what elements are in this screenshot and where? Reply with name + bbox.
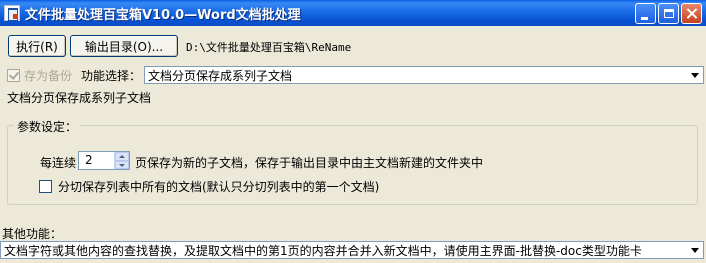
every-description: 页保存为新的子文档，保存于输出目录中由主文档新建的文件夹中 [135, 156, 484, 170]
window-title: 文件批量处理百宝箱V10.0—Word文档批处理 [25, 7, 301, 23]
app-doc-icon [4, 5, 20, 21]
split-all-checkbox-box[interactable] [39, 180, 52, 193]
other-functions-label: 其他功能： [2, 227, 63, 241]
other-functions-select[interactable]: 文档字符或其他内容的查找替换，及提取文档中的第1页的内容并合并入新文档中，请使用… [0, 241, 704, 259]
split-all-checkbox[interactable]: 分切保存列表中所有的文档(默认只分切列表中的第一个文档) [39, 178, 379, 195]
output-dir-button[interactable]: 输出目录(O)... [70, 35, 178, 57]
output-path: D:\文件批量处理百宝箱\ReName [186, 41, 352, 54]
stepper-up-icon[interactable] [115, 152, 129, 161]
backup-label: 存为备份 [24, 69, 73, 83]
title-bar[interactable]: 文件批量处理百宝箱V10.0—Word文档批处理 [0, 0, 706, 26]
backup-checkbox-box[interactable] [7, 69, 20, 82]
minimize-button[interactable] [635, 3, 656, 24]
function-select-value: 文档分页保存成系列子文档 [148, 68, 293, 83]
every-label: 每连续 [40, 156, 77, 170]
function-label: 功能选择： [81, 69, 142, 83]
close-button[interactable] [681, 3, 702, 24]
output-dir-button-label: 输出目录(O)... [84, 39, 164, 54]
maximize-icon [664, 9, 674, 18]
minimize-icon [641, 17, 648, 20]
dropdown-arrow-icon[interactable] [687, 67, 703, 83]
backup-checkbox[interactable]: 存为备份 [7, 67, 72, 84]
other-functions-value: 文档字符或其他内容的查找替换，及提取文档中的第1页的内容并合并入新文档中，请使用… [4, 243, 642, 258]
pages-stepper[interactable]: 2 [78, 151, 130, 170]
pages-stepper-value[interactable]: 2 [79, 152, 114, 169]
function-description: 文档分页保存成系列子文档 [7, 91, 152, 105]
stepper-down-icon[interactable] [115, 160, 129, 169]
dropdown-arrow-icon[interactable] [687, 242, 703, 258]
execute-button[interactable]: 执行(R) [8, 35, 66, 57]
split-all-label: 分切保存列表中所有的文档(默认只分切列表中的第一个文档) [58, 180, 380, 194]
maximize-button[interactable] [658, 3, 679, 24]
execute-button-label: 执行(R) [16, 39, 58, 54]
function-select[interactable]: 文档分页保存成系列子文档 [144, 66, 704, 84]
params-group-title: 参数设定： [14, 118, 81, 135]
